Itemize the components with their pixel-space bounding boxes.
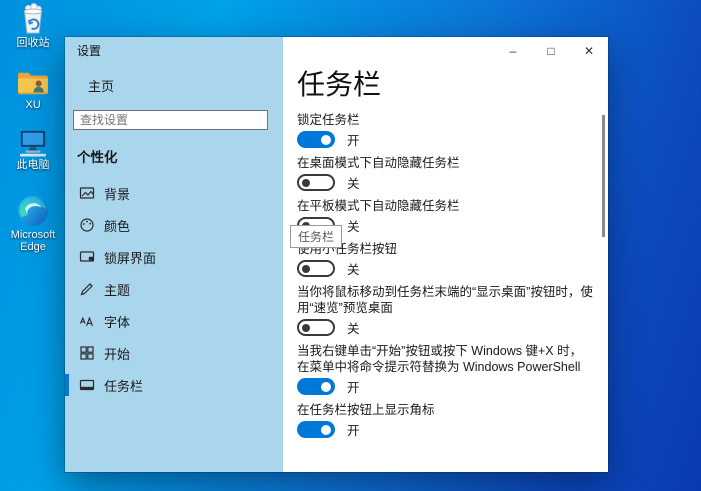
desktop-icon-recycle-bin[interactable]: 回收站 <box>2 3 64 49</box>
toggle-line: 开 <box>297 421 594 438</box>
section-header-personalization: 个性化 <box>77 150 118 165</box>
sidebar-item-label: 颜色 <box>104 218 131 234</box>
toggle-switch[interactable] <box>297 421 335 438</box>
close-button[interactable]: ✕ <box>570 37 608 65</box>
setting-row: 当你将鼠标移动到任务栏末端的“显示桌面”按钮时，使用“速览”预览桌面关 <box>297 284 594 336</box>
desktop-icon-label: 此电脑 <box>16 159 50 171</box>
sidebar-item-start[interactable]: 开始 <box>65 337 283 369</box>
toggle-knob <box>321 381 331 392</box>
toggle-knob <box>302 178 310 187</box>
setting-row: 在任务栏按钮上显示角标开 <box>297 402 594 438</box>
sidebar-item-label: 锁屏界面 <box>104 250 157 266</box>
window-controls: – □ ✕ <box>494 37 608 65</box>
sidebar-item-themes[interactable]: 主题 <box>65 273 283 305</box>
toggle-state-label: 关 <box>347 322 360 336</box>
window-title: 设置 <box>77 44 102 58</box>
recycle-bin-icon <box>18 3 48 35</box>
settings-search-box <box>73 110 268 130</box>
minimize-button[interactable]: – <box>494 37 532 65</box>
toggle-switch[interactable] <box>297 131 335 148</box>
toggle-state-label: 关 <box>347 177 360 191</box>
desktop-background: 回收站 XU 此电脑 Microsoft Edge 设置 主页 个性化 背景颜色锁屏界… <box>0 0 701 491</box>
search-input[interactable] <box>74 113 245 127</box>
toggle-state-label: 开 <box>347 134 360 148</box>
taskbar-tooltip: 任务栏 <box>290 225 343 248</box>
sidebar-item-home[interactable]: 主页 <box>65 71 283 99</box>
setting-label: 在平板模式下自动隐藏任务栏 <box>297 199 460 213</box>
desktop-icon-label: XU <box>25 99 41 111</box>
toggle-knob <box>321 134 331 145</box>
desktop-icon-label: 回收站 <box>16 37 50 49</box>
sidebar-item-background[interactable]: 背景 <box>65 177 283 209</box>
settings-rows: 锁定任务栏开在桌面模式下自动隐藏任务栏关在平板模式下自动隐藏任务栏关使用小任务栏… <box>297 112 594 438</box>
toggle-state-label: 关 <box>347 220 360 234</box>
toggle-line: 开 <box>297 131 594 148</box>
colors-icon <box>79 217 95 233</box>
toggle-state-label: 关 <box>347 263 360 277</box>
setting-label: 锁定任务栏 <box>297 113 360 127</box>
toggle-line: 开 <box>297 378 594 395</box>
toggle-knob <box>302 323 310 332</box>
taskbar-icon <box>79 377 95 393</box>
home-label: 主页 <box>88 78 115 94</box>
setting-row: 在桌面模式下自动隐藏任务栏关 <box>297 155 594 191</box>
setting-label: 在任务栏按钮上显示角标 <box>297 403 435 417</box>
settings-window: 设置 主页 个性化 背景颜色锁屏界面主题字体开始任务栏 – □ ✕ 任务栏 锁定… <box>65 37 608 472</box>
sidebar-item-lock-screen[interactable]: 锁屏界面 <box>65 241 283 273</box>
desktop-icon-xu-folder[interactable]: XU <box>2 69 64 111</box>
toggle-state-label: 开 <box>347 424 360 438</box>
fonts-icon <box>79 313 95 329</box>
desktop-icon-edge[interactable]: Microsoft Edge <box>2 195 64 253</box>
this-pc-icon <box>17 129 49 157</box>
sidebar-item-label: 主题 <box>104 282 131 298</box>
desktop-icon-this-pc[interactable]: 此电脑 <box>2 129 64 171</box>
edge-icon <box>17 195 49 227</box>
desktop-icon-label: Microsoft Edge <box>10 229 56 253</box>
themes-icon <box>79 281 95 297</box>
toggle-line: 关 <box>297 260 594 277</box>
toggle-line: 关 <box>297 174 594 191</box>
toggle-state-label: 开 <box>347 381 360 395</box>
setting-label: 当我右键单击“开始”按钮或按下 Windows 键+X 时，在菜单中将命令提示符… <box>297 344 583 374</box>
sidebar-item-label: 开始 <box>104 346 131 362</box>
folder-icon <box>16 69 50 97</box>
sidebar-nav: 背景颜色锁屏界面主题字体开始任务栏 <box>65 177 283 401</box>
toggle-knob <box>302 264 310 273</box>
toggle-switch[interactable] <box>297 174 335 191</box>
settings-main-panel: – □ ✕ 任务栏 锁定任务栏开在桌面模式下自动隐藏任务栏关在平板模式下自动隐藏… <box>283 37 608 472</box>
setting-row: 锁定任务栏开 <box>297 112 594 148</box>
toggle-switch[interactable] <box>297 319 335 336</box>
setting-row: 当我右键单击“开始”按钮或按下 Windows 键+X 时，在菜单中将命令提示符… <box>297 343 594 395</box>
sidebar-item-label: 字体 <box>104 314 131 330</box>
setting-label: 在桌面模式下自动隐藏任务栏 <box>297 156 460 170</box>
lock-screen-icon <box>79 249 95 265</box>
start-icon <box>79 345 95 361</box>
maximize-button[interactable]: □ <box>532 37 570 65</box>
taskbar-settings-content: 任务栏 锁定任务栏开在桌面模式下自动隐藏任务栏关在平板模式下自动隐藏任务栏关使用… <box>283 70 608 472</box>
page-title: 任务栏 <box>297 69 382 100</box>
toggle-switch[interactable] <box>297 260 335 277</box>
background-icon <box>79 185 95 201</box>
sidebar-item-taskbar[interactable]: 任务栏 <box>65 369 283 401</box>
settings-sidebar: 设置 主页 个性化 背景颜色锁屏界面主题字体开始任务栏 <box>65 37 283 472</box>
scrollbar-thumb[interactable] <box>602 115 605 237</box>
toggle-knob <box>321 424 331 435</box>
toggle-line: 关 <box>297 319 594 336</box>
setting-label: 当你将鼠标移动到任务栏末端的“显示桌面”按钮时，使用“速览”预览桌面 <box>297 285 593 315</box>
toggle-switch[interactable] <box>297 378 335 395</box>
sidebar-item-colors[interactable]: 颜色 <box>65 209 283 241</box>
sidebar-item-fonts[interactable]: 字体 <box>65 305 283 337</box>
sidebar-item-label: 任务栏 <box>104 378 144 394</box>
sidebar-item-label: 背景 <box>104 186 131 202</box>
